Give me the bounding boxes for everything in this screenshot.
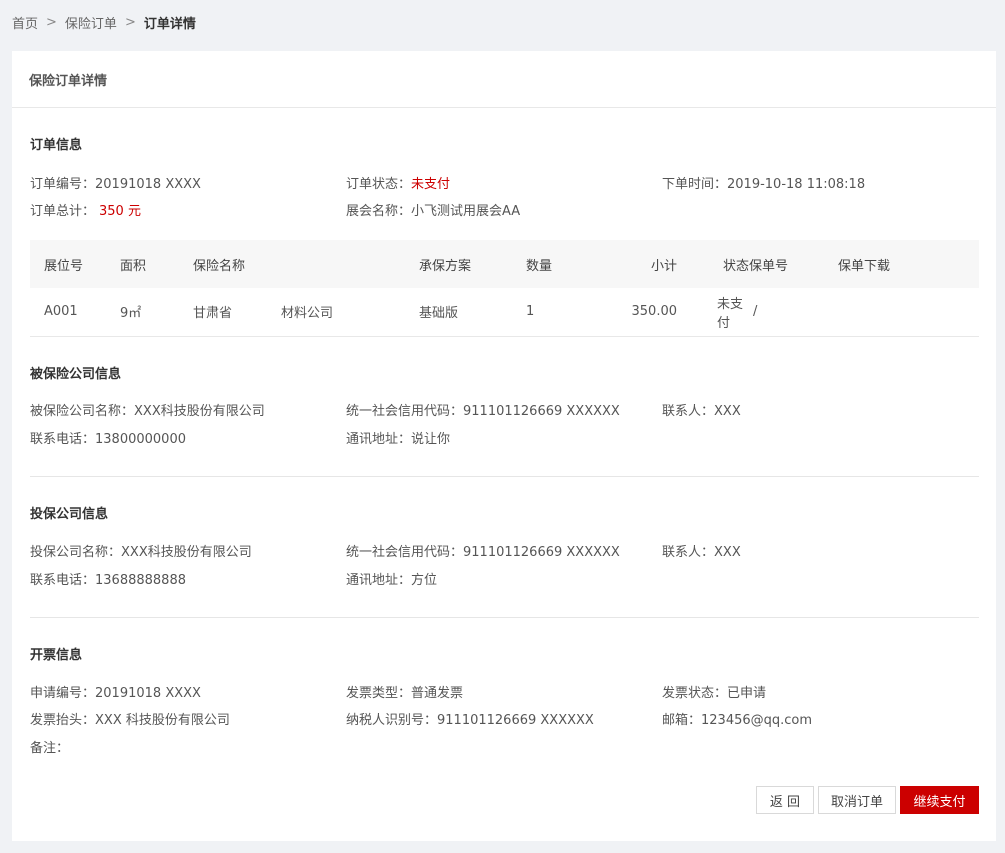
cell-insurance: 材料公司 bbox=[281, 288, 419, 337]
continue-pay-button[interactable]: 继续支付 bbox=[900, 786, 979, 814]
section-title: 被保险公司信息 bbox=[30, 367, 122, 382]
col-insurance-name-2 bbox=[281, 240, 419, 288]
table-header-row: 展位号 面积 保险名称 承保方案 数量 小计 状态 保单号 保单下载 bbox=[30, 240, 979, 288]
policyholder-name-field: 投保公司名称：XXX科技股份有限公司 bbox=[30, 545, 252, 560]
col-policy-no: 保单号 bbox=[749, 240, 838, 288]
table-row: A001 9㎡ 甘肃省 材料公司 基础版 1 350.00 未支付 / bbox=[30, 288, 979, 337]
col-booth: 展位号 bbox=[30, 240, 120, 288]
invoice-tax-field: 纳税人识别号：911101126669 XXXXXX bbox=[346, 713, 594, 728]
invoice-section: 开票信息 bbox=[30, 647, 979, 665]
order-no-field: 订单编号：20191018 XXXX bbox=[30, 177, 201, 192]
order-items-table: 展位号 面积 保险名称 承保方案 数量 小计 状态 保单号 保单下载 A001 … bbox=[30, 240, 979, 337]
col-policy-download: 保单下载 bbox=[838, 240, 979, 288]
expo-name-field: 展会名称：小飞测试用展会AA bbox=[346, 204, 521, 219]
policyholder-credit-field: 统一社会信用代码：911101126669 XXXXXX bbox=[346, 545, 620, 560]
policyholder-address-field: 通讯地址：方位 bbox=[346, 573, 438, 588]
divider bbox=[30, 476, 979, 477]
col-status: 状态 bbox=[677, 240, 749, 288]
invoice-remark-field: 备注： bbox=[30, 741, 70, 756]
invoice-status-field: 发票状态：已申请 bbox=[662, 686, 767, 701]
order-total-field: 订单总计： 350 元 bbox=[30, 204, 141, 219]
breadcrumb-home-link[interactable]: 首页 bbox=[12, 13, 38, 32]
order-time-field: 下单时间：2019-10-18 11:08:18 bbox=[662, 177, 866, 192]
policyholder-contact-field: 联系人：XXX bbox=[662, 545, 741, 560]
policyholder-section: 投保公司信息 bbox=[30, 506, 979, 524]
order-status-field: 订单状态：未支付 bbox=[346, 177, 451, 192]
cell-policy-download[interactable] bbox=[838, 288, 979, 337]
insured-name-field: 被保险公司名称：XXX科技股份有限公司 bbox=[30, 404, 265, 419]
breadcrumb-separator: > bbox=[124, 14, 136, 30]
cell-policy-no: / bbox=[749, 288, 838, 337]
divider bbox=[30, 617, 979, 618]
section-title: 投保公司信息 bbox=[30, 507, 109, 522]
order-info-section: 订单信息 bbox=[30, 137, 979, 155]
policyholder-phone-field: 联系电话：13688888888 bbox=[30, 573, 186, 588]
insured-address-field: 通讯地址：说让你 bbox=[346, 432, 451, 447]
order-detail-card: 保险订单详情 订单信息 订单编号：20191018 XXXX 订单状态：未支付 … bbox=[12, 51, 996, 841]
breadcrumb-separator: > bbox=[46, 14, 57, 30]
order-total-value: 350 元 bbox=[99, 204, 141, 219]
col-subtotal: 小计 bbox=[613, 240, 677, 288]
cell-qty: 1 bbox=[526, 288, 613, 337]
insured-credit-field: 统一社会信用代码：911101126669 XXXXXX bbox=[346, 404, 620, 419]
cell-plan: 基础版 bbox=[419, 288, 526, 337]
breadcrumb-orders-link[interactable]: 保险订单 bbox=[65, 13, 117, 32]
col-insurance-name: 保险名称 bbox=[193, 240, 281, 288]
insured-contact-field: 联系人：XXX bbox=[662, 404, 741, 419]
col-qty: 数量 bbox=[526, 240, 613, 288]
col-plan: 承保方案 bbox=[419, 240, 526, 288]
cell-status: 未支付 bbox=[677, 288, 749, 337]
insured-phone-field: 联系电话：13800000000 bbox=[30, 432, 186, 447]
breadcrumb-current: 订单详情 bbox=[143, 16, 196, 32]
breadcrumb: 首页 > 保险订单 > 订单详情 bbox=[12, 12, 196, 32]
card-title: 保险订单详情 bbox=[12, 51, 996, 108]
invoice-type-field: 发票类型：普通发票 bbox=[346, 686, 464, 701]
cell-booth: A001 bbox=[30, 288, 120, 337]
invoice-email-field: 邮箱：123456@qq.com bbox=[662, 713, 813, 728]
invoice-apply-no-field: 申请编号：20191018 XXXX bbox=[30, 686, 201, 701]
section-title: 开票信息 bbox=[30, 648, 83, 663]
insured-section: 被保险公司信息 bbox=[30, 366, 979, 384]
cell-province: 甘肃省 bbox=[193, 288, 281, 337]
section-title: 订单信息 bbox=[30, 138, 83, 153]
back-button[interactable]: 返 回 bbox=[756, 786, 814, 814]
col-area: 面积 bbox=[120, 240, 193, 288]
cancel-order-button[interactable]: 取消订单 bbox=[818, 786, 896, 814]
cell-subtotal: 350.00 bbox=[613, 288, 677, 337]
invoice-header-field: 发票抬头：XXX 科技股份有限公司 bbox=[30, 713, 230, 728]
order-status-value: 未支付 bbox=[411, 177, 451, 192]
cell-area: 9㎡ bbox=[120, 288, 193, 337]
